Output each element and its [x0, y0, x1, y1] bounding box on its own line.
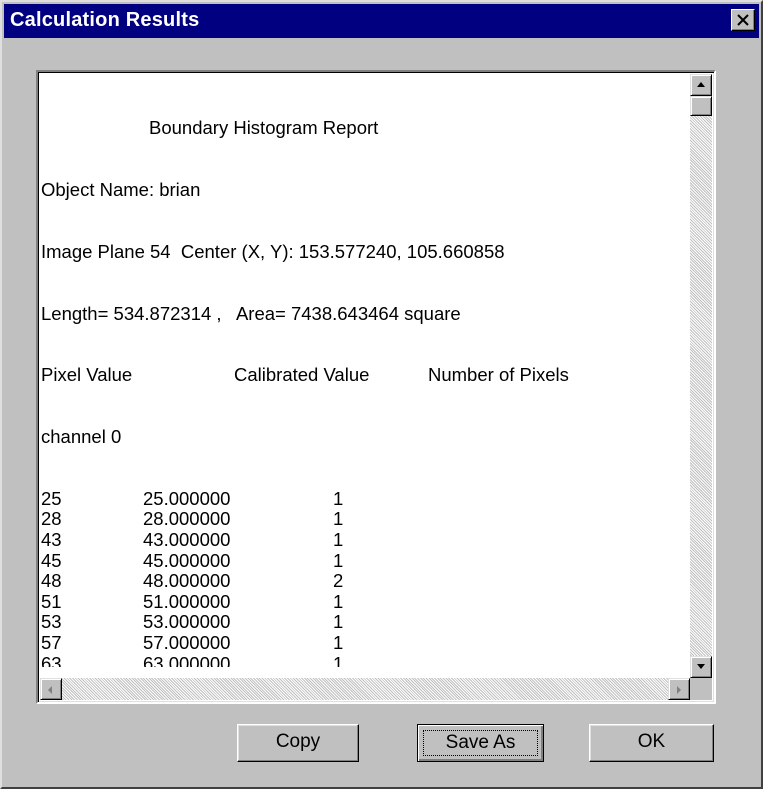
report-listbox[interactable]: Boundary Histogram Report Object Name: b…: [36, 70, 716, 704]
number-of-pixels: 1: [333, 652, 344, 667]
image-plane-info: Image Plane 54 Center (X, Y): 153.577240…: [41, 240, 505, 262]
vertical-scrollbar[interactable]: [690, 74, 712, 678]
title-bar[interactable]: Calculation Results: [4, 4, 759, 38]
number-of-pixels: 1: [333, 632, 344, 654]
table-row: 28 28.000000 1: [41, 509, 711, 530]
vertical-scroll-thumb[interactable]: [690, 96, 712, 116]
pixel-value: 45: [41, 549, 62, 571]
calibrated-value: 28.000000: [143, 508, 231, 530]
copy-button[interactable]: Copy: [237, 724, 359, 762]
pixel-value: 53: [41, 611, 62, 633]
pixel-value: 57: [41, 632, 62, 654]
number-of-pixels: 1: [333, 590, 344, 612]
header-pixel-value: Pixel Value: [41, 364, 133, 386]
table-row: 51 51.000000 1: [41, 590, 711, 613]
close-icon: [737, 14, 749, 26]
object-name: Object Name: brian: [41, 178, 201, 200]
scrollbar-corner: [690, 678, 712, 700]
number-of-pixels: 1: [333, 611, 344, 633]
report-title-line: Boundary Histogram Report: [41, 118, 711, 139]
pixel-value: 28: [41, 508, 62, 530]
scroll-down-button[interactable]: [690, 656, 712, 678]
report-title: Boundary Histogram Report: [149, 117, 379, 139]
calibrated-value: 48.000000: [143, 570, 231, 592]
pixel-value: 51: [41, 590, 62, 612]
pixel-value: 63: [41, 652, 62, 667]
calibrated-value: 51.000000: [143, 590, 231, 612]
number-of-pixels: 2: [333, 570, 344, 592]
scroll-up-button[interactable]: [690, 74, 712, 96]
table-row: 45 45.000000 1: [41, 549, 711, 572]
histogram-rows: 25 25.000000 1 28 28.000000 1 43 43.000000 1 45 45…: [41, 487, 711, 667]
table-row: 25 25.000000 1: [41, 487, 711, 510]
arrow-left-icon: [48, 686, 52, 694]
channel-label: channel 0: [41, 426, 122, 448]
horizontal-scrollbar[interactable]: [40, 678, 690, 700]
calibrated-value: 43.000000: [143, 529, 231, 551]
column-headers: Pixel Value Calibrated Value Number of P…: [41, 365, 711, 386]
pixel-value: 43: [41, 529, 62, 551]
calibrated-value: 45.000000: [143, 549, 231, 571]
calibrated-value: 63.000000: [143, 652, 231, 667]
close-button[interactable]: [731, 9, 755, 31]
arrow-right-icon: [677, 686, 681, 694]
table-row: 57 57.000000 1: [41, 632, 711, 654]
ok-button[interactable]: OK: [589, 724, 714, 762]
report-content: Boundary Histogram Report Object Name: b…: [41, 77, 711, 667]
calibrated-value: 25.000000: [143, 487, 231, 509]
header-calibrated-value: Calibrated Value: [234, 364, 370, 386]
number-of-pixels: 1: [333, 508, 344, 530]
scroll-left-button[interactable]: [40, 678, 62, 700]
arrow-down-icon: [697, 664, 705, 669]
calibrated-value: 53.000000: [143, 611, 231, 633]
window-title: Calculation Results: [10, 9, 200, 31]
save-as-button[interactable]: Save As: [417, 724, 544, 762]
length-area-info: Length= 534.872314 , Area= 7438.643464 s…: [41, 302, 461, 324]
number-of-pixels: 1: [333, 529, 344, 551]
pixel-value: 25: [41, 487, 62, 509]
table-row: 43 43.000000 1: [41, 529, 711, 551]
header-number-of-pixels: Number of Pixels: [428, 364, 569, 386]
table-row: 53 53.000000 1: [41, 612, 711, 633]
pixel-value: 48: [41, 570, 62, 592]
calibrated-value: 57.000000: [143, 632, 231, 654]
number-of-pixels: 1: [333, 549, 344, 571]
calculation-results-dialog: Calculation Results Boundary Histogram R…: [0, 0, 763, 789]
table-row: 48 48.000000 2: [41, 571, 711, 592]
table-row: 63 63.000000 1: [41, 652, 711, 667]
save-as-label: Save As: [423, 730, 538, 756]
scroll-right-button[interactable]: [668, 678, 690, 700]
number-of-pixels: 1: [333, 487, 344, 509]
arrow-up-icon: [697, 82, 705, 87]
